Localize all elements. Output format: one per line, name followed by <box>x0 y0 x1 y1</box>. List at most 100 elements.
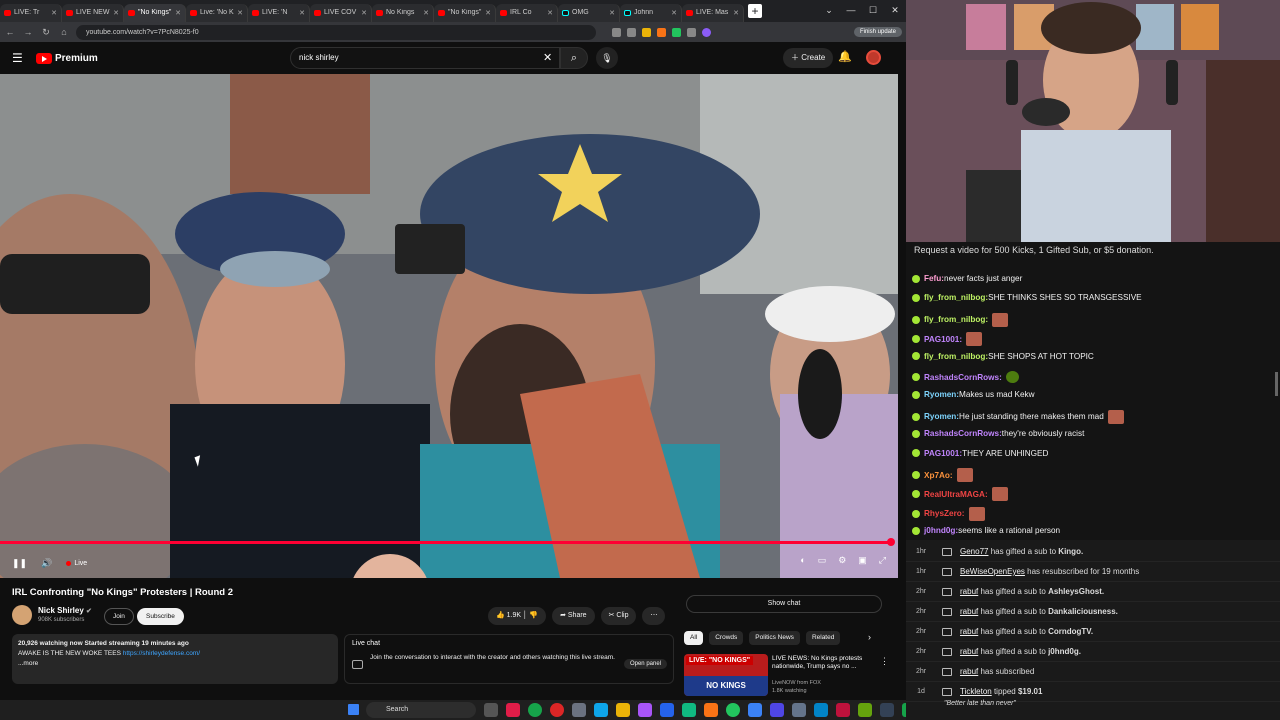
browser-tab[interactable]: LIVE NEWS✕ <box>62 3 124 22</box>
fullscreen-icon[interactable]: ⤢ <box>879 555 886 566</box>
url-field[interactable]: youtube.com/watch?v=7PcN8025-f0 <box>76 24 596 40</box>
recommended-thumbnail[interactable]: LIVE: "NO KINGS" NO KINGS <box>684 654 768 696</box>
maximize-icon[interactable]: ☐ <box>862 0 884 20</box>
like-button[interactable]: 👍 1.9K │ 👎 <box>488 607 547 625</box>
app-icon[interactable] <box>682 703 696 717</box>
chrome-icon[interactable] <box>550 703 564 717</box>
clear-search-icon[interactable]: ✕ <box>543 51 552 64</box>
chat-username[interactable]: Xp7Ao: <box>924 471 953 480</box>
miniplayer-icon[interactable]: ▣ <box>858 555 867 566</box>
account-avatar[interactable] <box>866 50 881 65</box>
close-icon[interactable]: ✕ <box>485 9 491 17</box>
chrome-icon[interactable] <box>528 703 542 717</box>
browser-tab[interactable]: OMG ✕ <box>558 3 620 22</box>
browser-tab[interactable]: No Kings ✕ <box>372 3 434 22</box>
notifications-bell-icon[interactable]: 🔔 <box>838 50 852 63</box>
scrubber-handle[interactable] <box>887 538 895 546</box>
close-icon[interactable]: ✕ <box>299 9 305 17</box>
live-progress-bar[interactable] <box>0 541 892 544</box>
extension-icon[interactable] <box>657 27 666 37</box>
channel-name[interactable]: Nick Shirley ✔ <box>38 606 92 615</box>
app-icon[interactable] <box>836 703 850 717</box>
browser-tab[interactable]: IRL Co ✕ <box>496 3 558 22</box>
search-button[interactable]: ⌕ <box>560 47 588 69</box>
event-username[interactable]: Geno77 <box>960 547 988 556</box>
recommended-video[interactable]: LIVE: "NO KINGS" NO KINGS LIVE NEWS: No … <box>684 654 894 698</box>
youtube-logo[interactable]: Premium <box>36 52 98 64</box>
show-chat-button[interactable]: Show chat <box>686 595 882 613</box>
chat-username[interactable]: j0hnd0g: <box>924 526 958 535</box>
description-more[interactable]: ...more <box>18 659 332 669</box>
channel-avatar[interactable] <box>12 605 32 625</box>
browser-tab[interactable]: "No Kings" ✕ <box>434 3 496 22</box>
profile-icon[interactable] <box>702 27 711 37</box>
close-icon[interactable]: ✕ <box>361 9 367 17</box>
app-icon[interactable] <box>638 703 652 717</box>
chat-username[interactable]: Fefu: <box>924 274 944 283</box>
app-icon[interactable] <box>792 703 806 717</box>
back-icon[interactable]: ← <box>4 27 16 37</box>
description-box[interactable]: 20,926 watching now Started streaming 19… <box>12 634 338 684</box>
more-actions-icon[interactable]: ⋯ <box>642 607 666 625</box>
search-input[interactable]: nick shirley <box>290 47 560 69</box>
description-link[interactable]: https://shirleydefense.com/ <box>123 650 200 657</box>
close-icon[interactable]: ✕ <box>237 9 243 17</box>
clip-button[interactable]: ✂ Clip <box>600 607 637 625</box>
close-icon[interactable]: ✕ <box>671 9 677 17</box>
event-username[interactable]: rabuf <box>960 647 978 656</box>
taskbar-search[interactable]: Search <box>366 702 476 718</box>
chat-username[interactable]: RealUltraMAGA: <box>924 490 988 499</box>
chat-username[interactable]: fly_from_nilbog: <box>924 315 988 324</box>
pause-icon[interactable]: ❚❚ <box>12 558 27 569</box>
app-icon[interactable] <box>814 703 828 717</box>
app-icon[interactable] <box>880 703 894 717</box>
chat-scrollbar[interactable] <box>1275 372 1278 396</box>
chevron-right-icon[interactable]: › <box>868 632 871 642</box>
browser-tab[interactable]: Johnn ✕ <box>620 3 682 22</box>
extension-icon[interactable] <box>642 27 651 37</box>
kebab-menu-icon[interactable]: ⋮ <box>880 656 889 667</box>
chevron-down-icon[interactable]: ⌄ <box>818 0 840 20</box>
browser-tab[interactable]: LIVE: 'N ✕ <box>248 3 310 22</box>
spotify-icon[interactable] <box>726 703 740 717</box>
event-username[interactable]: rabuf <box>960 627 978 636</box>
close-icon[interactable]: ✕ <box>51 9 57 17</box>
event-username[interactable]: BeWiseOpenEyes <box>960 567 1025 576</box>
subtitles-icon[interactable]: ▭ <box>818 555 827 566</box>
browser-tab-active[interactable]: "No Kings" ✕ <box>124 3 186 22</box>
close-icon[interactable]: ✕ <box>113 9 119 17</box>
chip-politics-news[interactable]: Politics News <box>749 631 800 645</box>
share-button[interactable]: ➦ Share <box>552 607 595 625</box>
minimize-icon[interactable]: — <box>840 0 862 20</box>
chip-all[interactable]: All <box>684 631 704 645</box>
app-icon[interactable] <box>858 703 872 717</box>
windows-start-icon[interactable] <box>348 704 359 715</box>
close-icon[interactable]: ✕ <box>175 9 181 17</box>
folder-icon[interactable] <box>616 703 630 717</box>
thumbs-down-icon[interactable]: 👎 <box>529 612 538 619</box>
chat-username[interactable]: Ryomen: <box>924 412 959 421</box>
close-icon[interactable]: ✕ <box>547 9 553 17</box>
menu-icon[interactable]: ☰ <box>12 51 30 65</box>
extension-icon[interactable] <box>672 27 681 37</box>
chip-related[interactable]: Related <box>805 631 841 645</box>
app-icon[interactable] <box>770 703 784 717</box>
live-indicator[interactable]: Live <box>66 560 87 567</box>
new-tab-button[interactable]: + <box>748 4 762 18</box>
event-username[interactable]: rabuf <box>960 607 978 616</box>
autoplay-toggle-icon[interactable]: ◐ <box>800 555 805 566</box>
event-username[interactable]: rabuf <box>960 667 978 676</box>
chat-username[interactable]: PAG1001: <box>924 335 962 344</box>
subscribe-button[interactable]: Subscribe <box>137 608 184 625</box>
close-icon[interactable]: ✕ <box>609 9 615 17</box>
microphone-icon[interactable]: 🎙 <box>596 47 618 69</box>
close-window-icon[interactable]: ✕ <box>884 0 906 20</box>
chat-username[interactable]: RashadsCornRows: <box>924 373 1002 382</box>
cast-icon[interactable] <box>612 27 621 37</box>
chat-username[interactable]: RashadsCornRows: <box>924 429 1002 438</box>
create-button[interactable]: ＋ Create <box>783 48 834 68</box>
forward-icon[interactable]: → <box>22 27 34 37</box>
browser-tab[interactable]: Live: 'No K ✕ <box>186 3 248 22</box>
browser-tab[interactable]: LIVE: Tr ✕ <box>0 3 62 22</box>
open-panel-button[interactable]: Open panel <box>623 659 667 669</box>
